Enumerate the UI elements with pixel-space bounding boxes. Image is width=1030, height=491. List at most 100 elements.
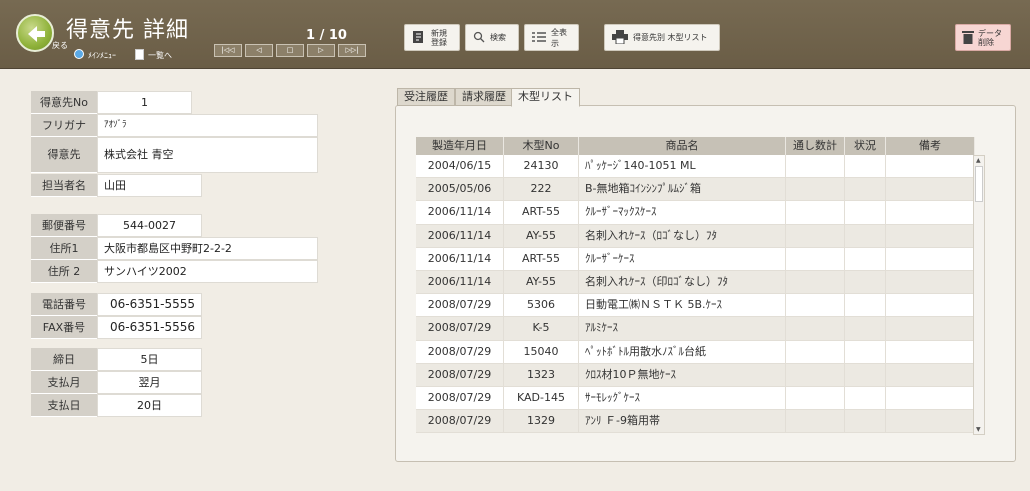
cell-remarks [886,340,975,363]
tab-billing-history[interactable]: 請求履歴 [455,88,513,106]
table-row[interactable]: 2008/07/29 15040 ﾍﾟｯﾄﾎﾞﾄﾙ用散水ﾉｽﾞﾙ台紙 [416,340,975,364]
table-row[interactable]: 2008/07/29 5306 日動電工㈱ＮＳＴＫ 5B.ｹｰｽ [416,294,975,318]
main-menu-link[interactable]: ﾒｲﾝﾒﾆｭｰ [74,49,116,61]
staff-field[interactable]: 山田 [97,174,202,197]
show-all-label: 全表示 [551,27,567,48]
prev-record-button[interactable]: ◁ [245,44,273,57]
cell-mold-no: 1323 [504,363,579,386]
pay-month-field[interactable]: 翌月 [97,371,202,394]
fax-label: FAX番号 [31,316,97,339]
back-button[interactable] [16,14,54,52]
table-row[interactable]: 2006/11/14 AY-55 名刺入れｹｰｽ（ﾛｺﾞなし）ﾌﾀ [416,224,975,248]
kana-field[interactable]: ｱｵｿﾞﾗ [97,114,318,137]
customer-no-label: 得意先No [31,91,97,114]
cell-date: 2006/11/14 [416,247,504,270]
delete-data-button[interactable]: データ 削除 [955,24,1011,51]
scroll-down-icon[interactable]: ▼ [976,426,981,433]
col-status: 状況 [845,137,886,155]
list-link[interactable]: 一覧へ [135,49,172,62]
cell-product-name: ｱﾝﾘ Ｆ-9箱用帯 [579,410,786,433]
closing-day-row: 締日 5日 [31,348,202,371]
last-record-button[interactable]: ▷▷| [338,44,366,57]
cell-total-count [786,410,845,433]
cell-total-count [786,317,845,340]
fax-field[interactable]: 06-6351-5556 [97,316,202,339]
next-record-button[interactable]: ▷ [307,44,335,57]
cell-date: 2008/07/29 [416,410,504,433]
col-total-count: 通し数計 [786,137,845,155]
cell-mold-no: AY-55 [504,224,579,247]
cell-remarks [886,410,975,433]
table-scrollbar[interactable]: ▲ ▼ [973,155,985,435]
zip-row: 郵便番号 544-0027 [31,214,202,237]
cell-remarks [886,224,975,247]
arrow-left-icon [28,26,45,42]
table-row[interactable]: 2006/11/14 ART-55 ｸﾙｰｻﾞｰﾏｯｸｽｹｰｽ [416,201,975,225]
cell-mold-no: K-5 [504,317,579,340]
trash-icon [962,30,974,46]
main-menu-label: ﾒｲﾝﾒﾆｭｰ [88,50,116,60]
scroll-thumb[interactable] [975,166,983,202]
print-list-button[interactable]: 得意先別 木型リスト [604,24,720,51]
customer-name-row: 得意先 株式会社 青空 [31,137,318,173]
table-row[interactable]: 2004/06/15 24130 ﾊﾟｯｹｰｼﾞ140-1051 ML [416,155,975,179]
customer-no-field[interactable]: 1 [97,91,192,114]
address2-label: 住所 2 [31,260,97,283]
scroll-up-icon[interactable]: ▲ [976,157,981,164]
table-row[interactable]: 2006/11/14 ART-55 ｸﾙｰｻﾞｰｹｰｽ [416,247,975,271]
cell-product-name: 名刺入れｹｰｽ（ﾛｺﾞなし）ﾌﾀ [579,224,786,247]
document-icon [135,49,144,62]
fax-row: FAX番号 06-6351-5556 [31,316,202,339]
cell-product-name: ｸﾛｽ材10Ｐ無地ｹｰｽ [579,363,786,386]
cell-total-count [786,386,845,410]
customer-name-label: 得意先 [31,137,97,173]
closing-day-field[interactable]: 5日 [97,348,202,371]
address1-field[interactable]: 大阪市都島区中野町2-2-2 [97,237,318,260]
table-row[interactable]: 2005/05/06 222 B-無地箱ｺｲﾝｼﾝﾌﾟﾙﾑｼﾞ箱 [416,178,975,202]
staff-row: 担当者名 山田 [31,174,202,197]
table-body: 2004/06/15 24130 ﾊﾟｯｹｰｼﾞ140-1051 ML 2005/05… [416,155,975,434]
cell-status [845,363,886,386]
cell-product-name: B-無地箱ｺｲﾝｼﾝﾌﾟﾙﾑｼﾞ箱 [579,178,786,201]
new-record-button[interactable]: 新規 登録 [404,24,460,51]
edit-icon [412,30,426,46]
tel-row: 電話番号 06-6351-5555 [31,293,202,316]
col-product-name: 商品名 [579,137,786,155]
table-row[interactable]: 2008/07/29 1329 ｱﾝﾘ Ｆ-9箱用帯 [416,410,975,434]
cell-date: 2006/11/14 [416,201,504,224]
table-row[interactable]: 2008/07/29 1323 ｸﾛｽ材10Ｐ無地ｹｰｽ [416,363,975,387]
cell-remarks [886,155,975,178]
cell-mold-no: 15040 [504,340,579,363]
tel-field[interactable]: 06-6351-5555 [97,293,202,316]
cell-status [845,247,886,270]
customer-name-field[interactable]: 株式会社 青空 [97,137,318,173]
table-row[interactable]: 2006/11/14 AY-55 名刺入れｹｰｽ（印ﾛｺﾞなし）ﾌﾀ [416,270,975,295]
table-row[interactable]: 2008/07/29 K-5 ｱﾙﾐｹｰｽ [416,317,975,341]
pay-day-label: 支払日 [31,394,97,417]
current-record-button[interactable]: □ [276,44,304,57]
cell-mold-no: 1329 [504,410,579,433]
address2-field[interactable]: サンハイツ2002 [97,260,318,283]
pay-month-row: 支払月 翌月 [31,371,202,394]
tab-mold-list[interactable]: 木型リスト [511,88,580,107]
mold-list-table: 製造年月日 木型No 商品名 通し数計 状況 備考 2004/06/15 2413… [416,137,975,434]
cell-date: 2004/06/15 [416,155,504,178]
search-button[interactable]: 検索 [465,24,519,51]
cell-product-name: ｻｰﾓﾚｯｸﾞｹｰｽ [579,386,786,410]
zip-field[interactable]: 544-0027 [97,214,202,237]
tab-order-history[interactable]: 受注履歴 [397,88,455,106]
cell-remarks [886,247,975,270]
printer-icon [612,29,628,46]
staff-label: 担当者名 [31,174,97,197]
show-all-button[interactable]: 全表示 [524,24,579,51]
table-row[interactable]: 2008/07/29 KAD-145 ｻｰﾓﾚｯｸﾞｹｰｽ [416,386,975,411]
cell-date: 2008/07/29 [416,386,504,410]
pay-day-field[interactable]: 20日 [97,394,202,417]
cell-total-count [786,340,845,363]
cell-total-count [786,155,845,178]
first-record-button[interactable]: |◁◁ [214,44,242,57]
col-mold-no: 木型No [504,137,579,155]
cell-product-name: ｸﾙｰｻﾞｰﾏｯｸｽｹｰｽ [579,201,786,224]
cell-remarks [886,294,975,317]
list-icon [532,31,546,45]
